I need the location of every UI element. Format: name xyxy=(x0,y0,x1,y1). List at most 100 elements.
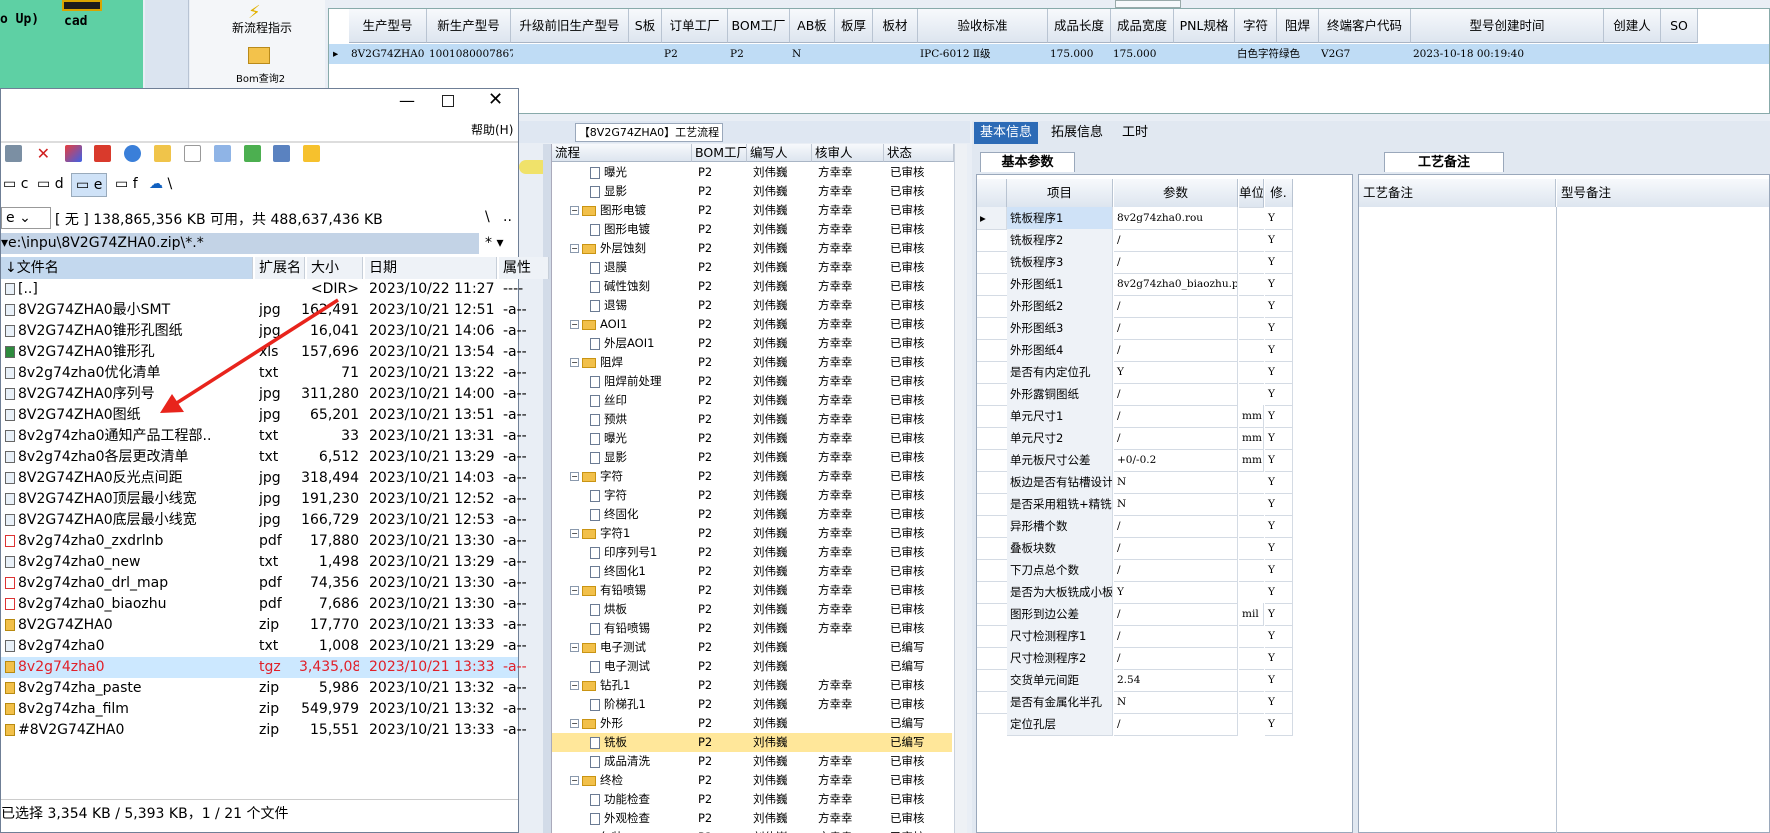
param-value[interactable]: 8v2g74zha0.rou xyxy=(1114,207,1238,230)
process-row[interactable]: − 外层蚀刻 P2 刘伟巍 方幸幸 已审核 xyxy=(552,239,952,258)
file-name[interactable]: 8v2g74zha0 xyxy=(5,657,257,678)
shield-icon[interactable] xyxy=(303,145,321,162)
drive-select[interactable]: e ⌄ xyxy=(1,207,51,229)
process-step[interactable]: 印序列号1 xyxy=(590,543,690,562)
process-step[interactable]: 外层AOI1 xyxy=(590,334,690,353)
expand-toggle-icon[interactable]: − xyxy=(570,206,579,215)
basic-row[interactable]: 外形露铜图纸 / Y xyxy=(977,383,1352,406)
file-col-header[interactable]: ↓文件名 xyxy=(1,257,253,279)
network-drive[interactable]: ☁ \ xyxy=(149,173,172,195)
help-menu[interactable]: 帮助(H) xyxy=(471,121,513,138)
process-step[interactable]: 曝光 xyxy=(590,429,690,448)
file-row[interactable]: 8v2g74zha0 txt 1,008 2023/10/21 13:29 -a-- xyxy=(1,636,527,657)
process-step[interactable]: 退锡 xyxy=(590,296,690,315)
basic-row[interactable]: 外形图纸2/ Y xyxy=(977,295,1352,318)
file-name[interactable]: 8V2G74ZHA0 xyxy=(5,615,257,636)
expand-toggle-icon[interactable]: − xyxy=(570,358,579,367)
param-value[interactable]: / xyxy=(1114,537,1238,560)
file-row[interactable]: 8v2g74zha_film zip 549,979 2023/10/21 13:32… xyxy=(1,699,527,720)
basic-row[interactable]: 单元尺寸1/mm Y xyxy=(977,405,1352,428)
filter-star[interactable]: * ▾ xyxy=(485,235,503,251)
process-step[interactable]: 退膜 xyxy=(590,258,690,277)
process-row[interactable]: 丝印 P2 刘伟巍 方幸幸 已审核 xyxy=(552,391,952,410)
process-row[interactable]: 退膜 P2 刘伟巍 方幸幸 已审核 xyxy=(552,258,952,277)
process-row[interactable]: −包装 P2刘伟巍方幸幸已审核 xyxy=(552,828,952,833)
process-step[interactable]: − 图形电镀 xyxy=(570,201,690,220)
process-step[interactable]: − 字符1 xyxy=(570,524,690,543)
file-name[interactable]: 8v2g74zha_paste xyxy=(5,678,257,699)
file-name[interactable]: 8V2G74ZHA0反光点间距 xyxy=(5,468,257,489)
process-step[interactable]: 阶梯孔1 xyxy=(590,695,690,714)
root-button[interactable]: \ xyxy=(485,209,490,225)
process-step[interactable]: 电子测试 xyxy=(590,657,690,676)
file-row[interactable]: 8V2G74ZHA0顶层最小线宽 jpg 191,230 2023/10/21 12:… xyxy=(1,489,527,510)
file-name[interactable]: 8v2g74zha0各层更改清单 xyxy=(5,447,257,468)
process-row[interactable]: 外观检查 P2 刘伟巍 方幸幸 已审核 xyxy=(552,809,952,828)
process-row[interactable]: 外层AOI1 P2 刘伟巍 方幸幸 已审核 xyxy=(552,334,952,353)
process-row[interactable]: 铣板 P2 刘伟巍 已编写 xyxy=(552,733,952,752)
process-scrollbar[interactable] xyxy=(954,144,967,833)
param-value[interactable]: / xyxy=(1114,427,1238,450)
process-step[interactable]: − 阻焊 xyxy=(570,353,690,372)
text-icon[interactable] xyxy=(154,145,172,162)
process-row[interactable]: − 字符 P2 刘伟巍 方幸幸 已审核 xyxy=(552,467,952,486)
delete-icon[interactable]: ✕ xyxy=(35,145,52,162)
file-row[interactable]: 8V2G74ZHA0反光点间距 jpg 318,494 2023/10/21 14:0… xyxy=(1,468,527,489)
file-row[interactable]: 8V2G74ZHA0底层最小线宽 jpg 166,729 2023/10/21 12:… xyxy=(1,510,527,531)
process-step[interactable]: 曝光 xyxy=(590,163,690,182)
tab-extend-info[interactable]: 拓展信息 xyxy=(1045,122,1109,144)
process-step[interactable]: 外观检查 xyxy=(590,809,690,828)
process-row[interactable]: 成品清洗 P2 刘伟巍 方幸幸 已审核 xyxy=(552,752,952,771)
process-step[interactable]: 字符 xyxy=(590,486,690,505)
basic-row[interactable]: 下刀点总个数 / Y xyxy=(977,559,1352,582)
basic-row[interactable]: 交货单元间距 2.54 Y xyxy=(977,669,1352,692)
file-name[interactable]: 8v2g74zha0_new xyxy=(5,552,257,573)
param-value[interactable]: 2.54 xyxy=(1114,669,1238,692)
model-grid-row[interactable]: 8V2G74ZHA0 10010800078674 P2 P2 N IPC-6012 Ⅱ级… xyxy=(329,44,1769,64)
process-row[interactable]: 电子测试 P2 刘伟巍 已编写 xyxy=(552,657,952,676)
file-name[interactable]: 8v2g74zha0_biaozhu xyxy=(5,594,257,615)
process-step[interactable]: 烘板 xyxy=(590,600,690,619)
process-step[interactable]: 终固化1 xyxy=(590,562,690,581)
basic-row[interactable]: 单元板尺寸公差 +0/-0.2 mm Y xyxy=(977,449,1352,472)
file-col-header[interactable]: 属性 xyxy=(499,257,549,279)
param-value[interactable]: 8v2g74zha0_biaozhu.pdf xyxy=(1114,273,1238,296)
param-value[interactable]: / xyxy=(1114,229,1238,252)
file-col-header[interactable]: 扩展名 xyxy=(255,257,305,279)
basic-row[interactable]: 异形槽个数 / Y xyxy=(977,515,1352,538)
basic-row[interactable]: 是否采用粗铣+精铣 N Y xyxy=(977,493,1352,516)
folder-icon[interactable] xyxy=(248,47,270,64)
basic-row[interactable]: 图形到边公差 / mil Y xyxy=(977,603,1352,626)
expand-toggle-icon[interactable]: − xyxy=(570,586,579,595)
expand-toggle-icon[interactable]: − xyxy=(570,776,579,785)
file-row[interactable]: 8v2g74zha0_drl_map pdf 74,356 2023/10/21 13… xyxy=(1,573,527,594)
param-value[interactable]: / xyxy=(1114,339,1238,362)
process-step[interactable]: 图形电镀 xyxy=(590,220,690,239)
connect-icon[interactable] xyxy=(5,145,22,162)
process-row[interactable]: − 阻焊 P2 刘伟巍 方幸幸 已审核 xyxy=(552,353,952,372)
basic-row[interactable]: 铣板程序3/ Y xyxy=(977,251,1352,274)
basic-row[interactable]: 是否有内定位孔 Y Y xyxy=(977,361,1352,384)
process-row[interactable]: 字符 P2 刘伟巍 方幸幸 已审核 xyxy=(552,486,952,505)
basic-row[interactable]: 铣板程序2/ Y xyxy=(977,229,1352,252)
process-row[interactable]: − 图形电镀 P2 刘伟巍 方幸幸 已审核 xyxy=(552,201,952,220)
process-row[interactable]: − 有铅喷锡 P2 刘伟巍 方幸幸 已审核 xyxy=(552,581,952,600)
file-row[interactable]: #8V2G74ZHA0 zip 15,551 2023/10/21 13:33 -a-- xyxy=(1,720,527,741)
param-value[interactable]: / xyxy=(1114,603,1238,626)
param-value[interactable]: / xyxy=(1114,647,1238,670)
top-splitter[interactable] xyxy=(1115,0,1181,8)
process-step[interactable]: 显影 xyxy=(590,448,690,467)
file-name[interactable]: 8v2g74zha0_zxdrlnb xyxy=(5,531,257,552)
basic-row[interactable]: ▸ 铣板程序1 8v2g74zha0.rou Y xyxy=(977,207,1352,230)
param-value[interactable]: / xyxy=(1114,295,1238,318)
process-step[interactable]: − 外层蚀刻 xyxy=(570,239,690,258)
process-row[interactable]: 显影 P2 刘伟巍 方幸幸 已审核 xyxy=(552,448,952,467)
process-row[interactable]: − 钻孔1 P2 刘伟巍 方幸幸 已审核 xyxy=(552,676,952,695)
tab-basic-info[interactable]: 基本信息 xyxy=(974,122,1039,144)
basic-row[interactable]: 单元尺寸2/mm Y xyxy=(977,427,1352,450)
expand-toggle-icon[interactable]: − xyxy=(570,244,579,253)
basic-row[interactable]: 外形图纸4/ Y xyxy=(977,339,1352,362)
process-row[interactable]: − 电子测试 P2 刘伟巍 已编写 xyxy=(552,638,952,657)
file-row[interactable]: 8v2g74zha0tgz3,435,0832023/10/21 13:33-a… xyxy=(1,657,527,678)
process-row[interactable]: − 外形 P2 刘伟巍 已编写 xyxy=(552,714,952,733)
